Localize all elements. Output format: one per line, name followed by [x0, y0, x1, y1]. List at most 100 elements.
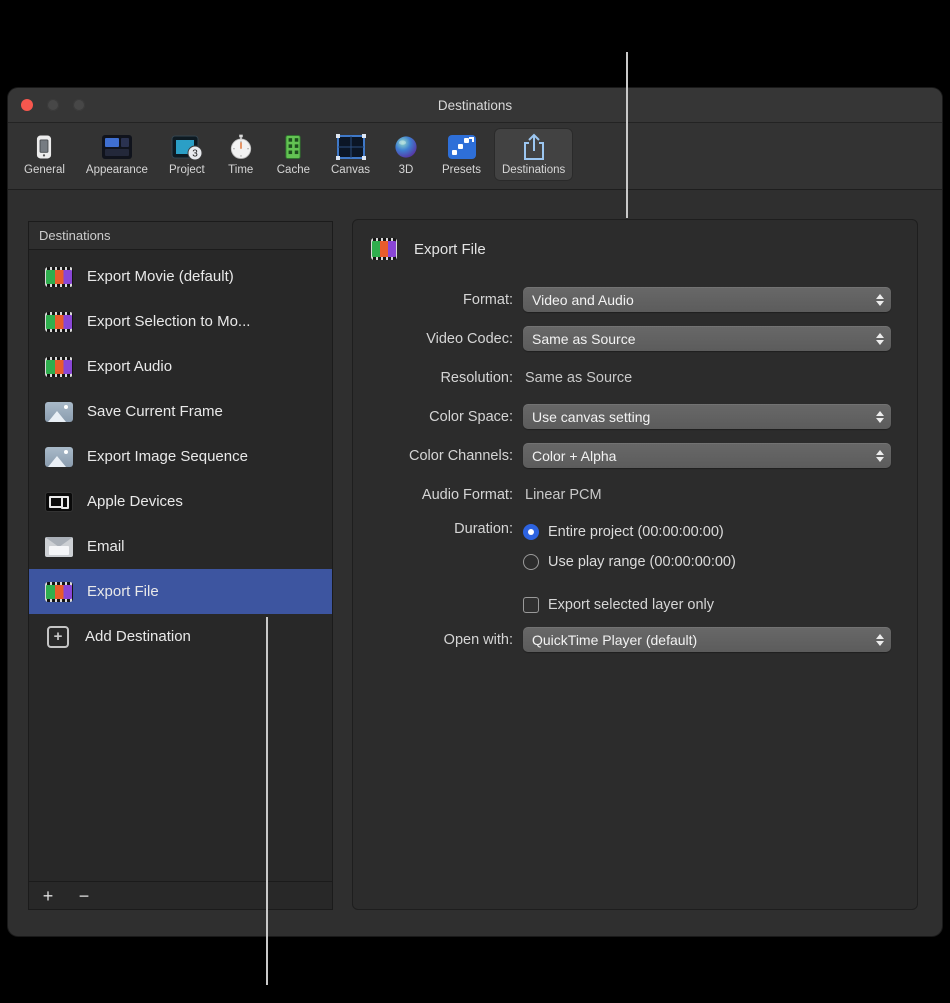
- list-item-export-movie[interactable]: Export Movie (default): [29, 254, 332, 299]
- audio-format-row: Audio Format: Linear PCM: [353, 482, 917, 507]
- list-item-add-destination[interactable]: Add Destination: [29, 614, 332, 659]
- toolbar-label: Project: [169, 164, 205, 176]
- list-item-export-selection[interactable]: Export Selection to Mo...: [29, 299, 332, 344]
- project-icon: 3: [170, 132, 204, 162]
- color-space-label: Color Space:: [353, 409, 513, 425]
- list-item-email[interactable]: Email: [29, 524, 332, 569]
- toolbar-label: 3D: [399, 164, 414, 176]
- color-channels-select[interactable]: Color + Alpha: [523, 443, 891, 468]
- checkbox-icon: [523, 597, 539, 613]
- devices-icon: [45, 492, 73, 512]
- list-item-label: Apple Devices: [87, 493, 183, 510]
- toolbar-item-canvas[interactable]: Canvas: [323, 128, 378, 181]
- resolution-row: Resolution: Same as Source: [353, 365, 917, 390]
- list-item-export-audio[interactable]: Export Audio: [29, 344, 332, 389]
- appearance-icon: [100, 132, 134, 162]
- titlebar: Destinations: [8, 88, 942, 123]
- email-icon: [45, 537, 73, 557]
- duration-use-play-range-radio[interactable]: Use play range (00:00:00:00): [523, 553, 736, 571]
- zoom-button[interactable]: [73, 99, 85, 111]
- preferences-content: Destinations Export Movie (default) Expo…: [8, 191, 942, 936]
- chevron-up-down-icon: [876, 450, 884, 462]
- callout-line-bottom: [266, 617, 268, 985]
- toolbar-label: General: [24, 164, 65, 176]
- export-settings-form: Format: Video and Audio Video Codec: Sam…: [353, 287, 917, 652]
- list-item-label: Add Destination: [85, 628, 191, 645]
- open-with-select[interactable]: QuickTime Player (default): [523, 627, 891, 652]
- add-icon: [47, 626, 69, 648]
- export-selected-layer-row[interactable]: Export selected layer only: [353, 597, 917, 613]
- toolbar-item-3d[interactable]: 3D: [383, 128, 429, 181]
- chevron-up-down-icon: [876, 411, 884, 423]
- remove-destination-button[interactable]: −: [75, 887, 93, 905]
- duration-row: Duration: Entire project (00:00:00:00) U…: [353, 521, 917, 571]
- audio-format-value: Linear PCM: [523, 487, 602, 503]
- toolbar-item-appearance[interactable]: Appearance: [78, 128, 156, 181]
- export-file-panel: Export File Format: Video and Audio Vide…: [352, 219, 918, 910]
- list-item-export-image-sequence[interactable]: Export Image Sequence: [29, 434, 332, 479]
- color-space-row: Color Space: Use canvas setting: [353, 404, 917, 429]
- presets-icon: [445, 132, 479, 162]
- cache-icon: [278, 132, 308, 162]
- color-space-value: Use canvas setting: [532, 409, 650, 425]
- open-with-value: QuickTime Player (default): [532, 632, 697, 648]
- destinations-list: Export Movie (default) Export Selection …: [29, 250, 332, 881]
- duration-label: Duration:: [353, 521, 513, 537]
- toolbar-label: Time: [228, 164, 253, 176]
- chevron-up-down-icon: [876, 294, 884, 306]
- filmstrip-icon: [45, 582, 73, 602]
- audio-format-label: Audio Format:: [353, 487, 513, 503]
- chevron-up-down-icon: [876, 634, 884, 646]
- close-button[interactable]: [21, 99, 33, 111]
- color-channels-row: Color Channels: Color + Alpha: [353, 443, 917, 468]
- list-item-label: Email: [87, 538, 125, 555]
- list-item-export-file[interactable]: Export File: [29, 569, 332, 614]
- window-title: Destinations: [438, 98, 512, 113]
- list-item-apple-devices[interactable]: Apple Devices: [29, 479, 332, 524]
- filmstrip-icon: [371, 238, 397, 260]
- color-channels-value: Color + Alpha: [532, 448, 616, 464]
- toolbar-item-cache[interactable]: Cache: [269, 128, 318, 181]
- video-codec-select[interactable]: Same as Source: [523, 326, 891, 351]
- color-space-select[interactable]: Use canvas setting: [523, 404, 891, 429]
- toolbar-label: Canvas: [331, 164, 370, 176]
- toolbar-item-destinations[interactable]: Destinations: [494, 128, 573, 181]
- preferences-window: Destinations General: [8, 88, 942, 936]
- resolution-label: Resolution:: [353, 370, 513, 386]
- callout-line-top: [626, 52, 628, 218]
- sidebar-header: Destinations: [29, 222, 332, 250]
- list-item-label: Save Current Frame: [87, 403, 223, 420]
- add-destination-button[interactable]: +: [39, 887, 57, 905]
- toolbar-item-time[interactable]: Time: [218, 128, 264, 181]
- duration-entire-project-radio[interactable]: Entire project (00:00:00:00): [523, 523, 736, 541]
- toolbar-item-project[interactable]: 3 Project: [161, 128, 213, 181]
- video-codec-label: Video Codec:: [353, 331, 513, 347]
- video-codec-row: Video Codec: Same as Source: [353, 326, 917, 351]
- format-label: Format:: [353, 292, 513, 308]
- list-item-label: Export Audio: [87, 358, 172, 375]
- image-icon: [45, 447, 73, 467]
- filmstrip-icon: [45, 357, 73, 377]
- canvas-icon: [334, 132, 368, 162]
- open-with-row: Open with: QuickTime Player (default): [353, 627, 917, 652]
- toolbar-item-presets[interactable]: Presets: [434, 128, 489, 181]
- radio-selected-icon: [523, 524, 539, 540]
- list-item-label: Export Image Sequence: [87, 448, 248, 465]
- list-item-label: Export File: [87, 583, 159, 600]
- list-item-label: Export Movie (default): [87, 268, 234, 285]
- format-row: Format: Video and Audio: [353, 287, 917, 312]
- minimize-button[interactable]: [47, 99, 59, 111]
- toolbar-label: Cache: [277, 164, 310, 176]
- list-item-save-current-frame[interactable]: Save Current Frame: [29, 389, 332, 434]
- filmstrip-icon: [45, 312, 73, 332]
- time-icon: [226, 132, 256, 162]
- 3d-sphere-icon: [391, 132, 421, 162]
- preferences-toolbar: General Appearance: [8, 123, 942, 190]
- destinations-sidebar: Destinations Export Movie (default) Expo…: [28, 221, 333, 910]
- panel-title: Export File: [414, 241, 486, 258]
- filmstrip-icon: [45, 267, 73, 287]
- toolbar-item-general[interactable]: General: [16, 128, 73, 181]
- general-icon: [29, 132, 59, 162]
- format-select[interactable]: Video and Audio: [523, 287, 891, 312]
- chevron-up-down-icon: [876, 333, 884, 345]
